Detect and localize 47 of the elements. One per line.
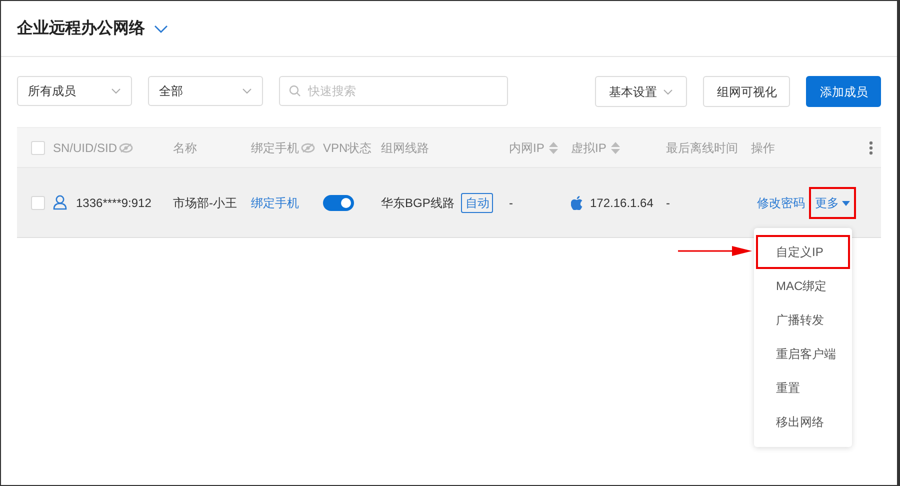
toolbar-button[interactable]: 添加成员 [806, 76, 881, 107]
more-dropdown[interactable]: 更多 [809, 186, 856, 218]
filter-select[interactable]: 所有成员 [17, 76, 132, 106]
column-header: 绑定手机 [251, 140, 299, 156]
member-id: 1336****9:912 [76, 194, 152, 212]
search-field[interactable]: 快速搜索 [279, 76, 508, 106]
column-header: SN/UID/SID [53, 140, 118, 156]
menu-item[interactable]: 重启客户端 [756, 337, 850, 371]
bind-phone-link[interactable]: 绑定手机 [251, 196, 299, 210]
caret-icon [842, 200, 850, 206]
last-offline-time: - [666, 194, 671, 212]
vpn-toggle[interactable] [323, 194, 354, 210]
menu-item[interactable]: 自定义IP [756, 235, 850, 269]
menu-item[interactable]: 广播转发 [756, 303, 850, 337]
menu-item[interactable]: MAC绑定 [756, 269, 850, 303]
network-title: 企业远程办公网络 [17, 18, 145, 38]
column-header: 组网线路 [381, 140, 429, 156]
toolbar-button[interactable]: 基本设置 [595, 76, 687, 107]
virtual-ip: 172.16.1.64 [590, 194, 654, 212]
menu-item[interactable]: 移出网络 [756, 405, 850, 439]
select-all-checkbox[interactable] [31, 140, 45, 154]
menu-item[interactable]: 重置 [756, 371, 850, 405]
column-header: 最后离线时间 [666, 140, 738, 156]
column-header: VPN状态 [323, 140, 372, 156]
user-icon [53, 195, 67, 210]
eye-slash-icon[interactable] [301, 142, 315, 152]
more-options-icon[interactable] [869, 140, 873, 154]
change-password-link[interactable]: 修改密码 [757, 194, 805, 212]
sort-icon[interactable] [611, 142, 620, 154]
column-header: 名称 [173, 140, 197, 156]
row-checkbox[interactable] [31, 196, 45, 210]
apple-icon [571, 196, 583, 210]
route-tag: 自动 [461, 192, 494, 212]
sort-icon[interactable] [549, 142, 558, 154]
chevron-down-icon [242, 88, 252, 94]
chevron-down-icon[interactable] [154, 24, 168, 32]
chevron-down-icon [111, 88, 121, 94]
toolbar-button[interactable]: 组网可视化 [703, 76, 790, 107]
filter-select[interactable]: 全部 [148, 76, 263, 106]
lan-ip: - [509, 194, 514, 212]
eye-slash-icon[interactable] [119, 142, 134, 152]
column-header: 虚拟IP [571, 140, 606, 156]
route-name: 华东BGP线路 [381, 194, 454, 212]
chevron-down-icon [663, 89, 673, 96]
column-header: 操作 [751, 140, 775, 156]
column-header: 内网IP [509, 140, 544, 156]
member-name: 市场部-小王 [173, 194, 238, 212]
